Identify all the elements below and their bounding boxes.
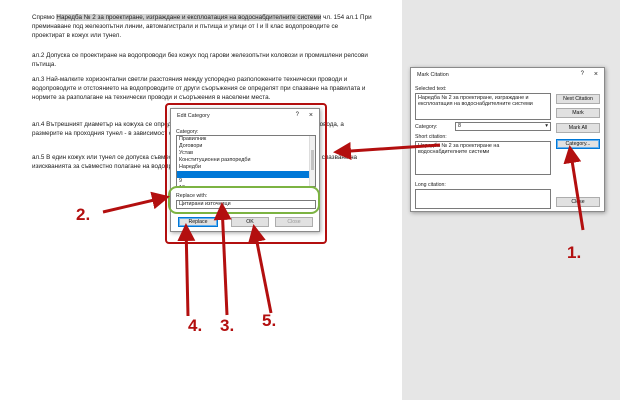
annotation-arrows [102,142,585,317]
step-5-label: 5. [262,311,277,330]
arrow-1b [333,142,441,160]
arrow-4 [177,223,196,317]
arrow-1 [563,145,585,231]
step-3-label: 3. [220,316,235,335]
arrow-2 [102,191,170,214]
arrow-5 [248,224,273,314]
arrow-3 [213,202,232,316]
step-4-label: 4. [188,316,203,335]
step-2-label: 2. [76,205,91,224]
step-1-label: 1. [567,243,582,262]
